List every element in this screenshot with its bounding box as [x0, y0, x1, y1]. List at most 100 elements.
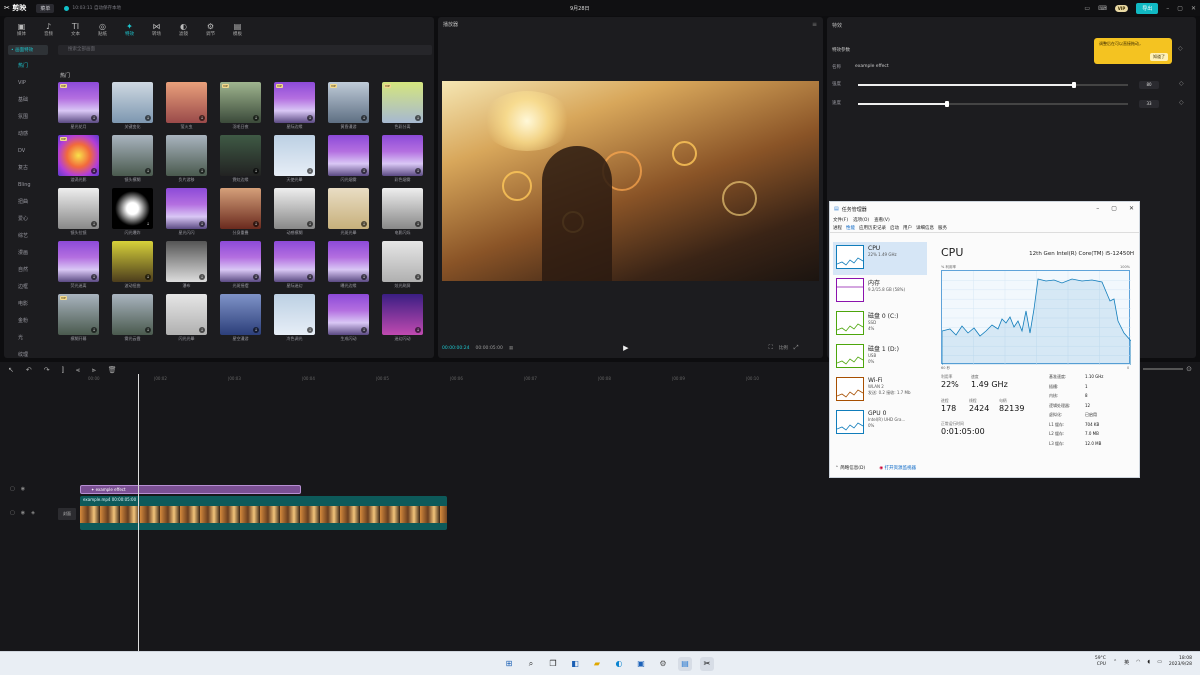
download-icon[interactable]: ↓	[415, 221, 421, 227]
tm-maximize-icon[interactable]: ▢	[1111, 205, 1117, 212]
tm-device-item[interactable]: 内存 9.2/15.8 GB (58%)	[833, 275, 927, 308]
tm-menu-item[interactable]: 选项(O)	[853, 217, 869, 223]
delete-icon[interactable]: 🗑	[108, 366, 117, 375]
category-item[interactable]: 边框	[4, 278, 52, 295]
download-icon[interactable]: ↓	[91, 327, 97, 333]
download-icon[interactable]: ↓	[145, 327, 151, 333]
effect-item[interactable]: ↓ 光斑光晕	[328, 188, 376, 236]
tray-chevron-icon[interactable]: ⌃	[1113, 659, 1117, 665]
close-icon[interactable]: ✕	[1191, 5, 1196, 12]
system-clock[interactable]: 18:08 2023/9/28	[1169, 656, 1192, 668]
param-slider[interactable]	[858, 101, 1128, 107]
download-icon[interactable]: ↓	[307, 221, 313, 227]
effect-item[interactable]: VIP ↓ 星光花月	[58, 82, 106, 130]
effect-item[interactable]: ↓ 闪光爆炸	[112, 188, 160, 236]
tm-tab[interactable]: 详细信息	[916, 225, 934, 231]
category-item[interactable]: 爱心	[4, 210, 52, 227]
download-icon[interactable]: ↓	[361, 274, 367, 280]
download-icon[interactable]: ↓	[307, 168, 313, 174]
category-item[interactable]: 光	[4, 329, 52, 346]
param-slider[interactable]	[858, 82, 1128, 88]
split-left-icon[interactable]: ⫷	[76, 366, 80, 375]
tm-tab[interactable]: 用户	[903, 225, 912, 231]
download-icon[interactable]: ↓	[145, 168, 151, 174]
effect-item[interactable]: ↓ 彩色烟雾	[382, 135, 430, 183]
menu-icon[interactable]: ≡	[812, 21, 817, 28]
effect-clip[interactable]: ✦ example effect	[80, 485, 301, 494]
slider-knob[interactable]	[1072, 82, 1076, 88]
keyframe-icon[interactable]: ◇	[1179, 80, 1184, 87]
tool-tab[interactable]: ◎ 贴纸	[89, 22, 116, 39]
tm-device-item[interactable]: 磁盘 1 (D:) USB 0%	[833, 341, 927, 374]
category-item[interactable]: 漫画	[4, 244, 52, 261]
file-explorer-icon[interactable]: ▰	[590, 657, 604, 671]
tm-device-item[interactable]: Wi-Fi WLAN 2 发送: 0.2 接收: 1.7 Mb	[833, 374, 927, 407]
download-icon[interactable]: ↓	[415, 274, 421, 280]
effect-item[interactable]: VIP ↓ 色彩分离	[382, 82, 430, 130]
playhead[interactable]	[138, 374, 139, 652]
expand-icon[interactable]: ⤢	[794, 344, 799, 352]
tm-tab[interactable]: 服务	[938, 225, 947, 231]
download-icon[interactable]: ↓	[415, 327, 421, 333]
slider-knob[interactable]	[945, 101, 950, 107]
effect-item[interactable]: ↓ 萤火虫	[166, 82, 214, 130]
category-item[interactable]: Bling	[4, 176, 52, 193]
hint-ok-button[interactable]: 知道了	[1150, 53, 1168, 61]
download-icon[interactable]: ↓	[253, 221, 259, 227]
category-item[interactable]: 基础	[4, 91, 52, 108]
download-icon[interactable]: ↓	[145, 115, 151, 121]
download-icon[interactable]: ↓	[253, 327, 259, 333]
effect-item[interactable]: ↓ 光斑摇摆	[220, 241, 268, 289]
download-icon[interactable]: ↓	[91, 168, 97, 174]
widgets-icon[interactable]: ◧	[568, 657, 582, 671]
lang-indicator[interactable]: 英	[1124, 659, 1129, 666]
effect-item[interactable]: ↓ 星际迷幻	[274, 241, 322, 289]
effect-item[interactable]: ↓ 星光闪闪	[166, 188, 214, 236]
download-icon[interactable]: ↓	[199, 274, 205, 280]
category-item[interactable]: VIP	[4, 74, 52, 91]
effect-item[interactable]: VIP ↓ 模糊开幕	[58, 294, 106, 342]
eye-icon[interactable]: ◉	[21, 486, 25, 492]
tool-tab[interactable]: ▤ 模板	[224, 22, 251, 39]
tool-tab[interactable]: ⋈ 转场	[143, 22, 170, 39]
effect-item[interactable]: ↓ 电影闪烁	[382, 188, 430, 236]
effect-item[interactable]: ↓ 炫光刷屏	[382, 241, 430, 289]
effect-item[interactable]: ↓ 闪光烟雾	[328, 135, 376, 183]
category-item[interactable]: 复古	[4, 159, 52, 176]
export-button[interactable]: 导出	[1136, 2, 1159, 14]
ratio-button[interactable]: 比例	[779, 345, 788, 351]
tool-tab[interactable]: ✦ 特效	[116, 22, 143, 39]
effect-item[interactable]: ↓ 镜头模糊	[112, 135, 160, 183]
param-value-input[interactable]: 33	[1139, 100, 1159, 108]
effect-group-tag[interactable]: • 画面特效	[8, 45, 48, 55]
category-item[interactable]: 扭曲	[4, 193, 52, 210]
category-item[interactable]: 综艺	[4, 227, 52, 244]
mute-icon[interactable]: ◈	[31, 510, 35, 516]
category-item[interactable]: DV	[4, 142, 52, 159]
volume-icon[interactable]: ◖	[1148, 659, 1151, 665]
download-icon[interactable]: ↓	[199, 168, 205, 174]
download-icon[interactable]: ↓	[307, 274, 313, 280]
category-item[interactable]: 热门	[4, 57, 52, 74]
redo-icon[interactable]: ↷	[44, 366, 50, 375]
lock-icon[interactable]: ▢	[10, 510, 15, 516]
effect-search-input[interactable]: 搜索全部画面	[58, 45, 432, 55]
download-icon[interactable]: ↓	[91, 115, 97, 121]
effect-item[interactable]: ↓ 星空漫游	[220, 294, 268, 342]
download-icon[interactable]: ↓	[91, 221, 97, 227]
category-item[interactable]: 自然	[4, 261, 52, 278]
download-icon[interactable]: ↓	[253, 115, 259, 121]
tm-tab[interactable]: 性能	[846, 225, 855, 231]
tool-tab[interactable]: ⚙ 调节	[197, 22, 224, 39]
download-icon[interactable]: ↓	[307, 115, 313, 121]
download-icon[interactable]: ↓	[253, 274, 259, 280]
tm-tab[interactable]: 进程	[833, 225, 842, 231]
search-icon[interactable]: ⌕	[524, 657, 538, 671]
effect-item[interactable]: ↓ 冷色调光	[274, 294, 322, 342]
tm-device-item[interactable]: GPU 0 Intel(R) UHD Gra... 0%	[833, 407, 927, 440]
download-icon[interactable]: ↓	[145, 274, 151, 280]
settings-icon[interactable]: ⚙	[656, 657, 670, 671]
download-icon[interactable]: ↓	[361, 221, 367, 227]
tm-tab[interactable]: 应用历史记录	[859, 225, 886, 231]
effect-item[interactable]: ↓ 闪光光晕	[166, 294, 214, 342]
